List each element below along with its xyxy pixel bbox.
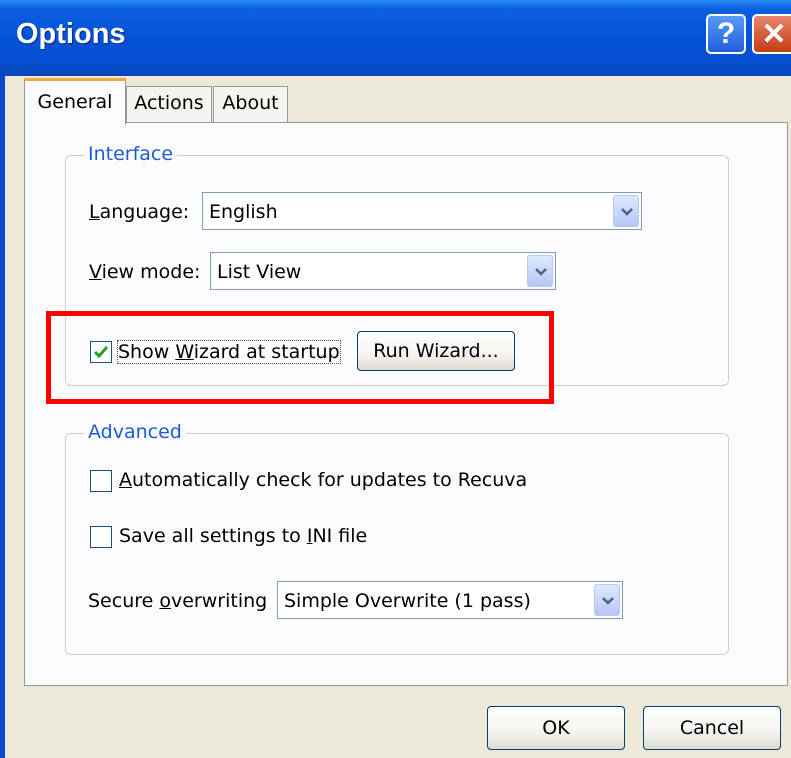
- auto-update-checkbox[interactable]: [90, 470, 112, 492]
- show-wizard-checkbox[interactable]: [90, 341, 112, 363]
- chevron-down-icon[interactable]: [527, 255, 553, 287]
- chevron-down-icon[interactable]: [613, 195, 639, 227]
- show-wizard-label[interactable]: Show Wizard at startup: [117, 340, 341, 364]
- view-mode-select[interactable]: List View: [210, 252, 556, 290]
- cancel-button[interactable]: Cancel: [643, 706, 781, 750]
- ok-button[interactable]: OK: [487, 706, 625, 750]
- language-value: English: [209, 201, 278, 223]
- show-wizard-label-accelerator: W: [175, 341, 194, 363]
- secure-overwriting-value: Simple Overwrite (1 pass): [284, 590, 531, 612]
- tab-general[interactable]: General: [24, 78, 126, 125]
- view-mode-value: List View: [217, 261, 302, 283]
- run-wizard-button[interactable]: Run Wizard...: [357, 331, 515, 371]
- tab-actions[interactable]: Actions: [126, 86, 212, 123]
- view-mode-label: View mode:: [89, 261, 200, 283]
- auto-update-label[interactable]: Automatically check for updates to Recuv…: [119, 469, 527, 491]
- window-border: [0, 76, 5, 758]
- secure-overwriting-label-accelerator: o: [159, 590, 171, 612]
- ini-file-label-start: Save all settings to: [119, 525, 307, 547]
- window-title: Options: [16, 18, 126, 50]
- secure-overwriting-label-rest: verwriting: [171, 590, 268, 612]
- checkmark-icon: [93, 346, 109, 359]
- auto-update-label-accelerator: A: [119, 469, 132, 491]
- tab-about[interactable]: About: [213, 86, 288, 123]
- chevron-down-icon[interactable]: [594, 584, 620, 616]
- general-tab-panel: Interface Language: English View mode: L…: [24, 122, 788, 686]
- ini-file-label[interactable]: Save all settings to INI file: [119, 525, 367, 547]
- language-label-rest: anguage:: [99, 201, 190, 223]
- secure-overwriting-label: Secure overwriting: [88, 590, 267, 612]
- interface-group: Interface Language: English View mode: L…: [65, 143, 729, 386]
- view-mode-label-rest: iew mode:: [101, 261, 201, 283]
- secure-overwriting-label-start: Secure: [88, 590, 160, 612]
- interface-group-legend: Interface: [84, 143, 178, 165]
- help-icon[interactable]: ?: [706, 14, 746, 54]
- language-select[interactable]: English: [202, 192, 642, 230]
- secure-overwriting-select[interactable]: Simple Overwrite (1 pass): [277, 581, 623, 619]
- options-dialog: Options ? ✕ General Actions About Interf…: [0, 0, 791, 758]
- advanced-group-legend: Advanced: [84, 421, 186, 443]
- language-label-accelerator: L: [89, 201, 100, 223]
- view-mode-label-accelerator: V: [89, 261, 102, 283]
- show-wizard-label-rest: izard at startup: [193, 341, 340, 363]
- close-icon[interactable]: ✕: [752, 14, 791, 54]
- ini-file-checkbox[interactable]: [90, 526, 112, 548]
- ini-file-label-rest: NI file: [312, 525, 368, 547]
- advanced-group: Advanced Automatically check for updates…: [65, 421, 729, 655]
- show-wizard-label-start: Show: [118, 341, 176, 363]
- language-label: Language:: [89, 201, 189, 223]
- auto-update-label-rest: utomatically check for updates to Recuva: [132, 469, 528, 491]
- title-bar[interactable]: Options ? ✕: [0, 0, 791, 76]
